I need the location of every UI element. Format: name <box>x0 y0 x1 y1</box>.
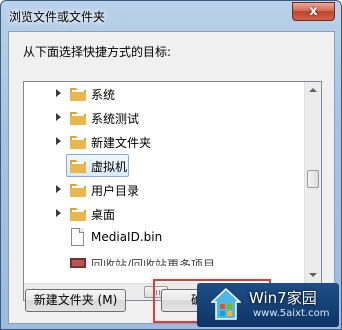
tree-item[interactable]: 桌面 <box>24 202 306 226</box>
instruction-text: 从下面选择快捷方式的目标: <box>23 45 172 59</box>
arrow-up-icon <box>309 88 317 92</box>
dialog-title: 浏览文件或文件夹 <box>9 10 106 24</box>
expand-arrow-icon[interactable] <box>56 185 61 193</box>
folder-icon <box>70 160 86 173</box>
vertical-scrollbar[interactable] <box>304 82 321 283</box>
tree-item[interactable]: 系统 <box>24 82 306 106</box>
expand-arrow-icon[interactable] <box>56 113 61 121</box>
folder-icon <box>70 112 86 125</box>
tree-item-label: 系统测试 <box>91 112 140 126</box>
title-bar[interactable]: 浏览文件或文件夹 x <box>1 1 341 31</box>
tree-item[interactable]: 用户目录 <box>24 178 306 202</box>
tree-item[interactable]: 新建文件夹 <box>24 130 306 154</box>
close-icon: x <box>309 4 318 19</box>
tree-item[interactable]: 虚拟机 <box>24 154 306 178</box>
tree-item-label: MediaID.bin <box>91 230 163 244</box>
folder-icon <box>70 208 86 221</box>
scroll-down-button[interactable] <box>305 266 321 283</box>
tree-item-label: 用户目录 <box>91 184 140 198</box>
tree-item-label: 虚拟机 <box>91 160 128 174</box>
recycle-icon <box>70 258 86 268</box>
tree-item-label: 系统 <box>91 88 116 102</box>
folder-tree[interactable]: 系统系统测试新建文件夹虚拟机用户目录桌面 MediaID.bin 回收站/回收站更… <box>23 81 322 301</box>
tree-item-partial-label: 回收站/回收站更多项目 <box>91 258 216 266</box>
close-button[interactable]: x <box>292 2 335 21</box>
tree-item-label: 新建文件夹 <box>91 136 152 150</box>
tree-item-label: 桌面 <box>91 208 116 222</box>
house-logo-icon <box>211 287 241 320</box>
browse-dialog: 浏览文件或文件夹 x 从下面选择快捷方式的目标: 系统系统测试新建文件夹虚拟机用… <box>0 0 342 330</box>
expand-arrow-icon[interactable] <box>56 137 61 145</box>
tree-item[interactable]: 系统测试 <box>24 106 306 130</box>
folder-icon <box>70 136 86 149</box>
scroll-up-button[interactable] <box>305 82 321 99</box>
arrow-down-icon <box>309 273 317 277</box>
watermark-badge: Win7家园 www.5aixt.com <box>197 283 339 327</box>
watermark-url: www.5aixt.com <box>253 308 330 319</box>
folder-icon <box>70 88 86 101</box>
tree-item-partial[interactable]: 回收站/回收站更多项目 <box>24 244 306 268</box>
expand-arrow-icon[interactable] <box>56 209 61 217</box>
expand-arrow-icon[interactable] <box>56 89 61 97</box>
vertical-scroll-thumb[interactable] <box>307 170 319 188</box>
watermark-title: Win7家园 <box>249 289 317 307</box>
folder-icon <box>70 184 86 197</box>
new-folder-button[interactable]: 新建文件夹 (M) <box>25 289 126 312</box>
